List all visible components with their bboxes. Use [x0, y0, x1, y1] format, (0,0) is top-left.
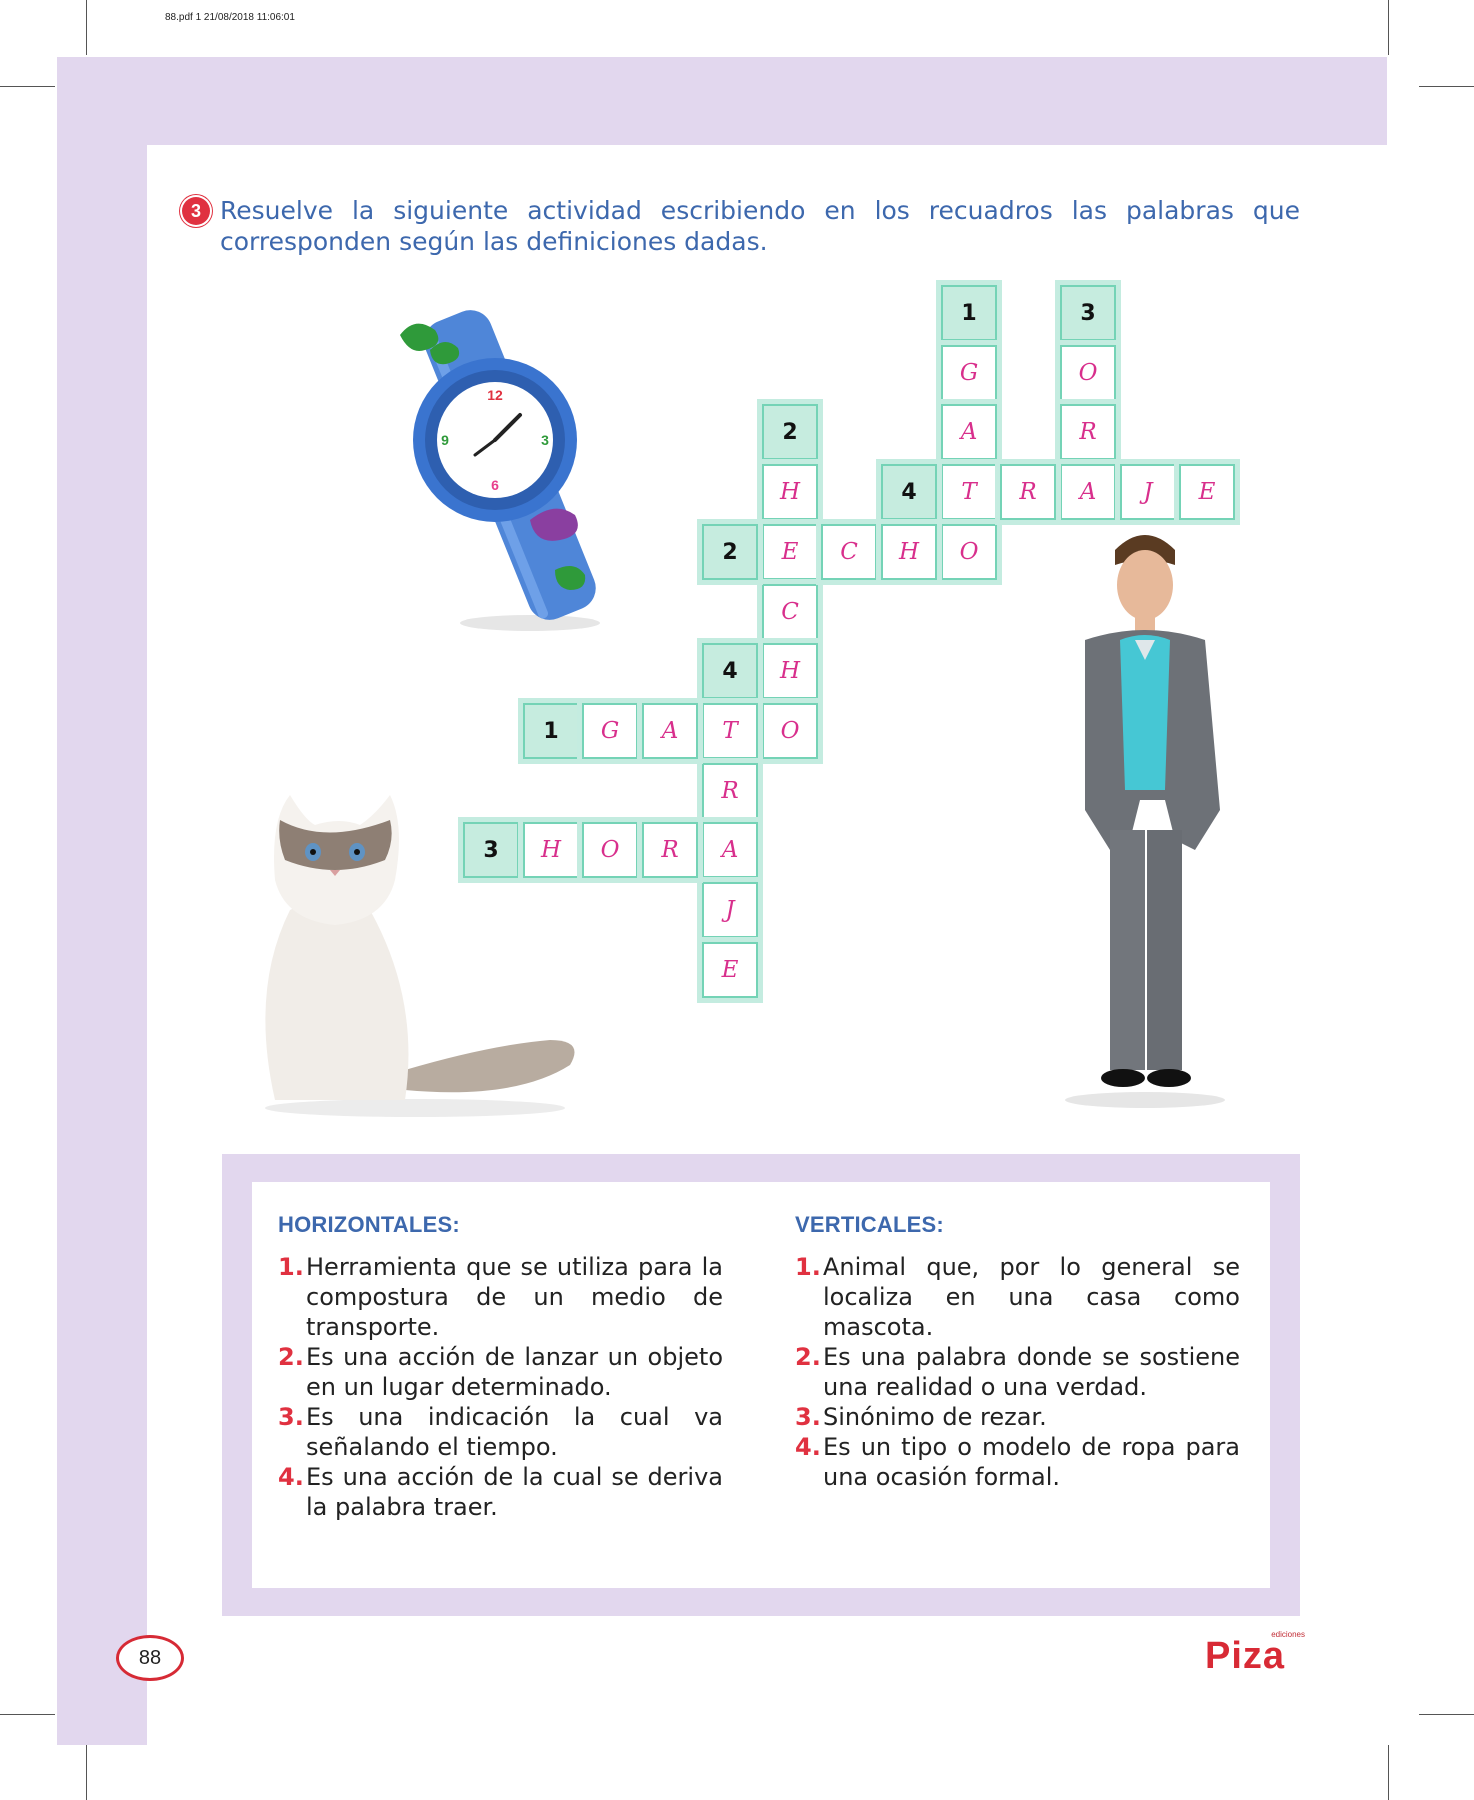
crop-mark — [86, 1745, 87, 1800]
crossword-letter-cell[interactable]: G — [936, 340, 1002, 406]
horizontal-clues: HORIZONTALES: 1. Herramienta que se utili… — [278, 1212, 723, 1522]
crossword-letter-cell[interactable]: E — [1174, 459, 1240, 525]
svg-text:9: 9 — [441, 432, 449, 448]
boy-in-suit-illustration — [1065, 535, 1225, 1108]
crossword-letter-cell[interactable]: O — [757, 698, 823, 764]
clue-number: 4. — [278, 1463, 304, 1491]
clue-number: 3. — [795, 1403, 821, 1431]
crossword-letter-cell[interactable]: O — [1055, 340, 1121, 406]
crossword-number-cell: 2 — [697, 519, 763, 585]
page-frame-top — [57, 57, 1387, 145]
crop-mark — [1388, 1745, 1389, 1800]
clue-item: 3. Es una indicación la cual va señalando… — [278, 1402, 723, 1462]
crop-mark — [0, 1714, 55, 1715]
crossword-letter-cell[interactable]: E — [757, 519, 823, 585]
clue-number: 1. — [795, 1253, 821, 1281]
crossword-letter-cell[interactable]: C — [757, 579, 823, 645]
vertical-clues: VERTICALES: 1. Animal que, por lo general… — [795, 1212, 1240, 1492]
crossword-number-cell: 2 — [757, 399, 823, 465]
crossword-letter-cell[interactable]: O — [936, 519, 1002, 585]
crossword-letter-cell[interactable]: T — [697, 698, 763, 764]
clue-item: 4. Es una acción de la cual se deriva la … — [278, 1462, 723, 1522]
clue-number: 3. — [278, 1403, 304, 1431]
page-frame-left — [57, 57, 147, 1745]
activity-instruction: 3 Resuelve la siguiente actividad escrib… — [182, 195, 1300, 257]
clue-text: Herramienta que se utiliza para la compo… — [306, 1253, 723, 1341]
crossword-letter-cell[interactable]: H — [876, 519, 942, 585]
crossword-letter-cell[interactable]: O — [577, 817, 643, 883]
clue-number: 4. — [795, 1433, 821, 1461]
clue-item: 3. Sinónimo de rezar. — [795, 1402, 1240, 1432]
crossword-letter-cell[interactable]: A — [637, 698, 703, 764]
crop-mark — [86, 0, 87, 55]
crossword-letter-cell[interactable]: H — [518, 817, 584, 883]
clue-text: Es una acción de lanzar un objeto en un … — [306, 1343, 723, 1401]
clue-number: 1. — [278, 1253, 304, 1281]
crossword-letter-cell[interactable]: T — [936, 459, 1002, 525]
publisher-logo: ediciones Piza — [1205, 1630, 1305, 1677]
crossword-letter-cell[interactable]: E — [697, 937, 763, 1003]
crop-mark — [1419, 1714, 1474, 1715]
crossword-letter-cell[interactable]: H — [757, 459, 823, 525]
svg-text:3: 3 — [541, 432, 549, 448]
crossword-number-cell: 3 — [1055, 280, 1121, 346]
clue-item: 1. Animal que, por lo general se localiza… — [795, 1252, 1240, 1342]
clue-number: 2. — [795, 1343, 821, 1371]
vertical-clues-heading: VERTICALES: — [795, 1212, 944, 1237]
instruction-text: Resuelve la siguiente actividad escribie… — [220, 196, 1300, 256]
watch-illustration: 12 3 6 9 — [400, 310, 600, 631]
crossword-number-cell: 1 — [518, 698, 584, 764]
horizontal-clues-heading: HORIZONTALES: — [278, 1212, 460, 1237]
crossword-letter-cell[interactable]: C — [816, 519, 882, 585]
crossword-letter-cell[interactable]: A — [697, 817, 763, 883]
crossword-letter-cell[interactable]: R — [1055, 399, 1121, 465]
crossword-number-cell: 4 — [876, 459, 942, 525]
crossword-letter-cell[interactable]: A — [1055, 459, 1121, 525]
crossword-letter-cell[interactable]: J — [1115, 459, 1181, 525]
crop-mark — [0, 86, 55, 87]
crop-mark — [1388, 0, 1389, 55]
svg-text:6: 6 — [491, 477, 499, 493]
clue-text: Es un tipo o modelo de ropa para una oca… — [823, 1433, 1240, 1491]
logo-wordmark: Piza — [1205, 1635, 1286, 1677]
crossword-number-cell: 4 — [697, 638, 763, 704]
clue-item: 4. Es un tipo o modelo de ropa para una o… — [795, 1432, 1240, 1492]
crossword-letter-cell[interactable]: A — [936, 399, 1002, 465]
print-metadata: 88.pdf 1 21/08/2018 11:06:01 — [165, 12, 295, 23]
clue-text: Es una indicación la cual va señalando e… — [306, 1403, 723, 1461]
crossword-letter-cell[interactable]: R — [995, 459, 1061, 525]
crossword-number-cell: 3 — [458, 817, 524, 883]
horizontal-clue-list: 1. Herramienta que se utiliza para la com… — [278, 1252, 723, 1522]
clue-text: Sinónimo de rezar. — [823, 1403, 1047, 1431]
activity-number-badge: 3 — [182, 197, 210, 225]
crossword-letter-cell[interactable]: H — [757, 638, 823, 704]
clue-item: 2. Es una acción de lanzar un objeto en u… — [278, 1342, 723, 1402]
crossword-letter-cell[interactable]: G — [577, 698, 643, 764]
clue-item: 1. Herramienta que se utiliza para la com… — [278, 1252, 723, 1342]
svg-text:12: 12 — [487, 387, 503, 403]
crossword-number-cell: 1 — [936, 280, 1002, 346]
crossword-letter-cell[interactable]: J — [697, 877, 763, 943]
vertical-clue-list: 1. Animal que, por lo general se localiza… — [795, 1252, 1240, 1492]
page-number: 88 — [116, 1635, 184, 1681]
crossword-letter-cell[interactable]: R — [697, 758, 763, 824]
crop-mark — [1419, 86, 1474, 87]
clue-text: Es una palabra donde se sostiene una rea… — [823, 1343, 1240, 1401]
clue-text: Es una acción de la cual se deriva la pa… — [306, 1463, 723, 1521]
clue-text: Animal que, por lo general se localiza e… — [823, 1253, 1240, 1341]
clue-item: 2. Es una palabra donde se sostiene una r… — [795, 1342, 1240, 1402]
clue-number: 2. — [278, 1343, 304, 1371]
crossword-letter-cell[interactable]: R — [637, 817, 703, 883]
